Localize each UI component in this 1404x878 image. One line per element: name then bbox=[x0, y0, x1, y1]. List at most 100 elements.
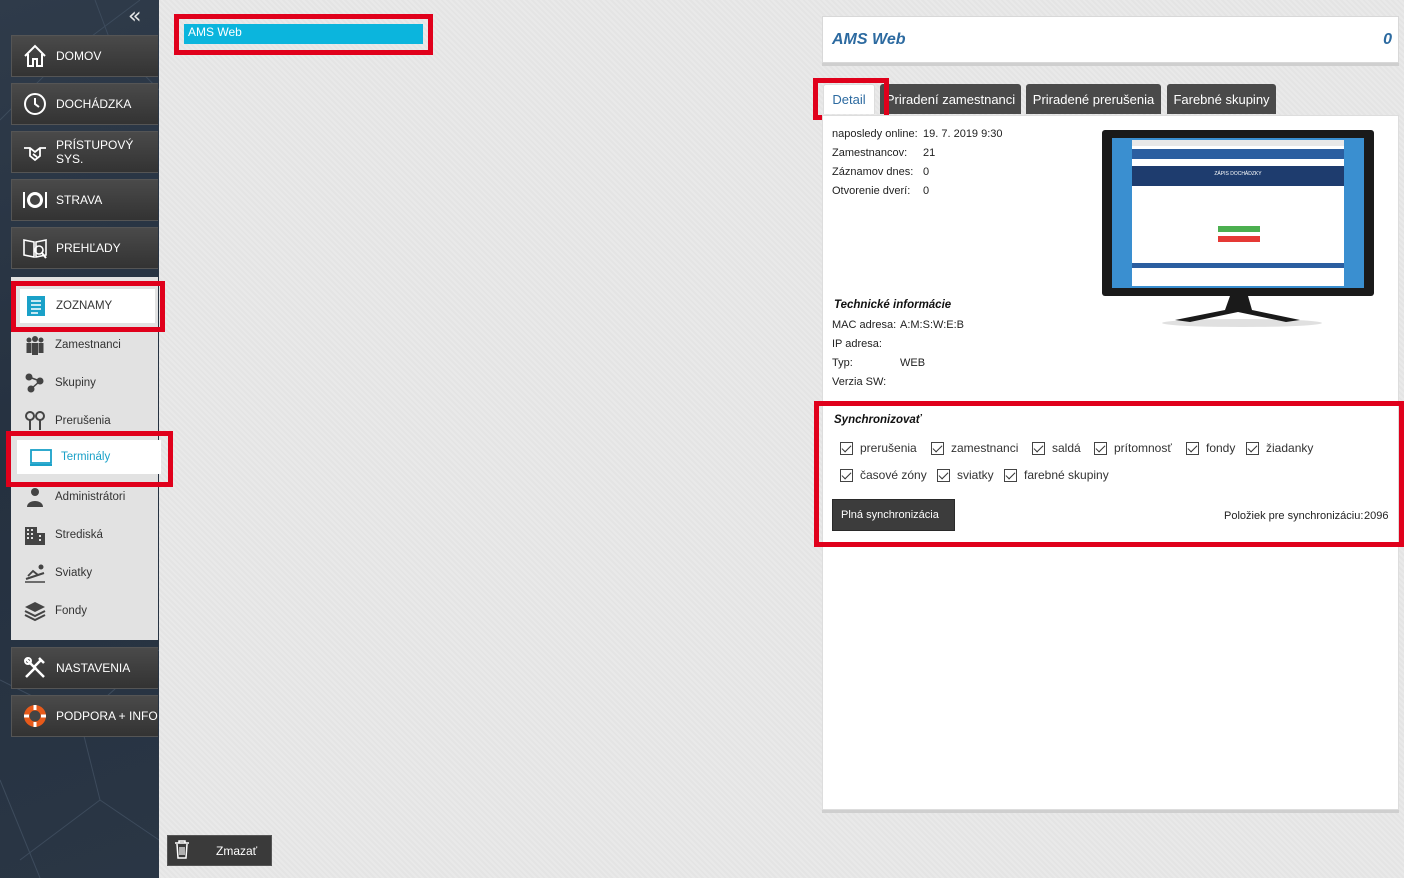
checkbox-label: farebné skupiny bbox=[1024, 468, 1109, 482]
beach-icon bbox=[23, 561, 47, 585]
subnav-item-label: Skupiny bbox=[55, 377, 96, 389]
nav-item-label: ZOZNAMY bbox=[56, 300, 113, 312]
checkbox-label: sviatky bbox=[957, 468, 994, 482]
detail-header: AMS Web 0 bbox=[822, 16, 1399, 63]
full-sync-label: Plná synchronizácia bbox=[841, 509, 939, 521]
clock-icon bbox=[22, 91, 48, 117]
delete-button-label: Zmazať bbox=[216, 843, 258, 858]
nav-item-strava[interactable]: STRAVA bbox=[11, 179, 158, 221]
sync-checkbox-sviatky[interactable]: sviatky bbox=[937, 468, 994, 482]
subnav-item-zamestnanci[interactable]: Zamestnanci bbox=[11, 327, 158, 363]
layers-icon bbox=[23, 599, 47, 623]
nav-item-label: DOMOV bbox=[56, 49, 102, 63]
subnav-item-label: Zamestnanci bbox=[55, 339, 121, 351]
checkbox-checked[interactable] bbox=[1094, 441, 1107, 455]
pin-icon bbox=[23, 409, 47, 433]
sync-checkbox-pritomnost[interactable]: prítomnosť bbox=[1094, 441, 1172, 455]
admin-icon bbox=[23, 485, 47, 509]
subnav-item-sviatky[interactable]: Sviatky bbox=[11, 555, 158, 591]
sync-checkbox-casove-zony[interactable]: časové zóny bbox=[840, 468, 927, 482]
info-value: 21 bbox=[923, 147, 936, 159]
terminal-list-item[interactable]: AMS Web bbox=[184, 24, 423, 44]
subnav-item-administratori[interactable]: Administrátori bbox=[11, 479, 158, 515]
checkbox-checked[interactable] bbox=[937, 468, 950, 482]
tech-label: Typ: bbox=[832, 357, 853, 369]
people-icon bbox=[23, 333, 47, 357]
subnav-item-label: Terminály bbox=[61, 451, 111, 463]
checkbox-checked[interactable] bbox=[1186, 441, 1199, 455]
list-icon bbox=[24, 294, 48, 318]
tab-priradeni-zamestnanci[interactable]: Priradení zamestnanci bbox=[880, 84, 1021, 114]
collapse-sidebar-icon[interactable]: « bbox=[128, 6, 148, 28]
subnav-item-label: Fondy bbox=[55, 605, 87, 617]
checkbox-label: saldá bbox=[1052, 441, 1081, 455]
nav-item-label: PRÍSTUPOVÝ SYS. bbox=[56, 138, 134, 166]
checkbox-label: fondy bbox=[1206, 441, 1236, 455]
tech-label: Verzia SW: bbox=[832, 376, 887, 388]
sync-checkbox-fondy[interactable]: fondy bbox=[1186, 441, 1235, 455]
sync-checkbox-farebne-skupiny[interactable]: farebné skupiny bbox=[1004, 468, 1109, 482]
subnav-item-label: Strediská bbox=[55, 529, 103, 541]
full-sync-button[interactable]: Plná synchronizácia bbox=[832, 499, 955, 531]
subnav-item-prerusenia[interactable]: Prerušenia bbox=[11, 403, 158, 439]
info-label: naposledy online: bbox=[832, 128, 918, 140]
sync-checkbox-salda[interactable]: saldá bbox=[1032, 441, 1081, 455]
monitor-screen-title: ZÁPIS DOCHÁDZKY bbox=[1214, 170, 1262, 177]
checkbox-checked[interactable] bbox=[1032, 441, 1045, 455]
subnav-item-strediska[interactable]: Strediská bbox=[11, 517, 158, 553]
info-label: Zamestnancov: bbox=[832, 147, 908, 159]
checkbox-label: žiadanky bbox=[1266, 441, 1314, 455]
monitor-icon bbox=[29, 445, 53, 469]
sync-checkbox-ziadanky[interactable]: žiadanky bbox=[1246, 441, 1313, 455]
tech-row-ip: IP adresa: bbox=[832, 338, 882, 350]
handshake-icon bbox=[22, 139, 48, 165]
info-value: 0 bbox=[923, 166, 930, 178]
subnav-item-label: Administrátori bbox=[55, 491, 126, 503]
tech-label: IP adresa: bbox=[832, 338, 882, 350]
nav-item-dochadzka[interactable]: DOCHÁDZKA bbox=[11, 83, 158, 125]
checkbox-label: prerušenia bbox=[860, 441, 917, 455]
tab-farebne-skupiny[interactable]: Farebné skupiny bbox=[1167, 84, 1276, 114]
nav-item-label: STRAVA bbox=[56, 193, 103, 207]
nav-item-zoznamy[interactable]: ZOZNAMY bbox=[20, 289, 155, 323]
checkbox-checked[interactable] bbox=[1004, 468, 1017, 482]
checkbox-checked[interactable] bbox=[840, 468, 853, 482]
subnav-item-skupiny[interactable]: Skupiny bbox=[11, 365, 158, 401]
subnav-item-fondy[interactable]: Fondy bbox=[11, 593, 158, 629]
tab-label: Priradené prerušenia bbox=[1032, 91, 1155, 107]
sync-checkbox-zamestnanci[interactable]: zamestnanci bbox=[931, 441, 1018, 455]
info-value: 19. 7. 2019 9:30 bbox=[923, 128, 1003, 140]
nav-item-domov[interactable]: DOMOV bbox=[11, 35, 158, 77]
checkbox-checked[interactable] bbox=[931, 441, 944, 455]
tab-priradene-prerusenia[interactable]: Priradené prerušenia bbox=[1026, 84, 1161, 114]
checkbox-label: časové zóny bbox=[860, 468, 927, 482]
info-label: Otvorenie dverí: bbox=[832, 185, 911, 197]
plate-icon bbox=[22, 187, 48, 213]
home-icon bbox=[22, 43, 48, 69]
sync-count-value: 2096 bbox=[1364, 510, 1389, 522]
delete-button[interactable]: Zmazať bbox=[167, 835, 272, 866]
tab-detail[interactable]: Detail bbox=[823, 84, 875, 114]
terminal-monitor-image: ZÁPIS DOCHÁDZKY bbox=[1102, 130, 1374, 327]
tech-value: WEB bbox=[900, 357, 926, 369]
checkbox-label: zamestnanci bbox=[951, 441, 1019, 455]
nav-item-podpora-info[interactable]: PODPORA + INFO bbox=[11, 695, 158, 737]
checkbox-checked[interactable] bbox=[1246, 441, 1259, 455]
info-label: Záznamov dnes: bbox=[832, 166, 914, 178]
groups-icon bbox=[23, 371, 47, 395]
tab-label: Detail bbox=[832, 92, 866, 107]
nav-item-pristupovy-sys[interactable]: PRÍSTUPOVÝ SYS. bbox=[11, 131, 158, 173]
subnav-item-terminaly[interactable]: Terminály bbox=[17, 440, 161, 474]
nav-item-label: PREHĽADY bbox=[56, 241, 121, 255]
nav-item-nastavenia[interactable]: NASTAVENIA bbox=[11, 647, 158, 689]
tech-value: A:M:S:W:E:B bbox=[900, 319, 964, 331]
tab-label: Farebné skupiny bbox=[1173, 91, 1270, 107]
checkbox-label: prítomnosť bbox=[1114, 441, 1172, 455]
tech-row-sw-version: Verzia SW: bbox=[832, 376, 886, 388]
checkbox-checked[interactable] bbox=[840, 441, 853, 455]
info-row-records-today: Záznamov dnes: 0 bbox=[832, 166, 929, 178]
tech-row-type: Typ: WEB bbox=[832, 357, 925, 369]
tech-label: MAC adresa: bbox=[832, 319, 897, 331]
sync-checkbox-prerusenia[interactable]: prerušenia bbox=[840, 441, 917, 455]
nav-item-prehlady[interactable]: PREHĽADY bbox=[11, 227, 158, 269]
